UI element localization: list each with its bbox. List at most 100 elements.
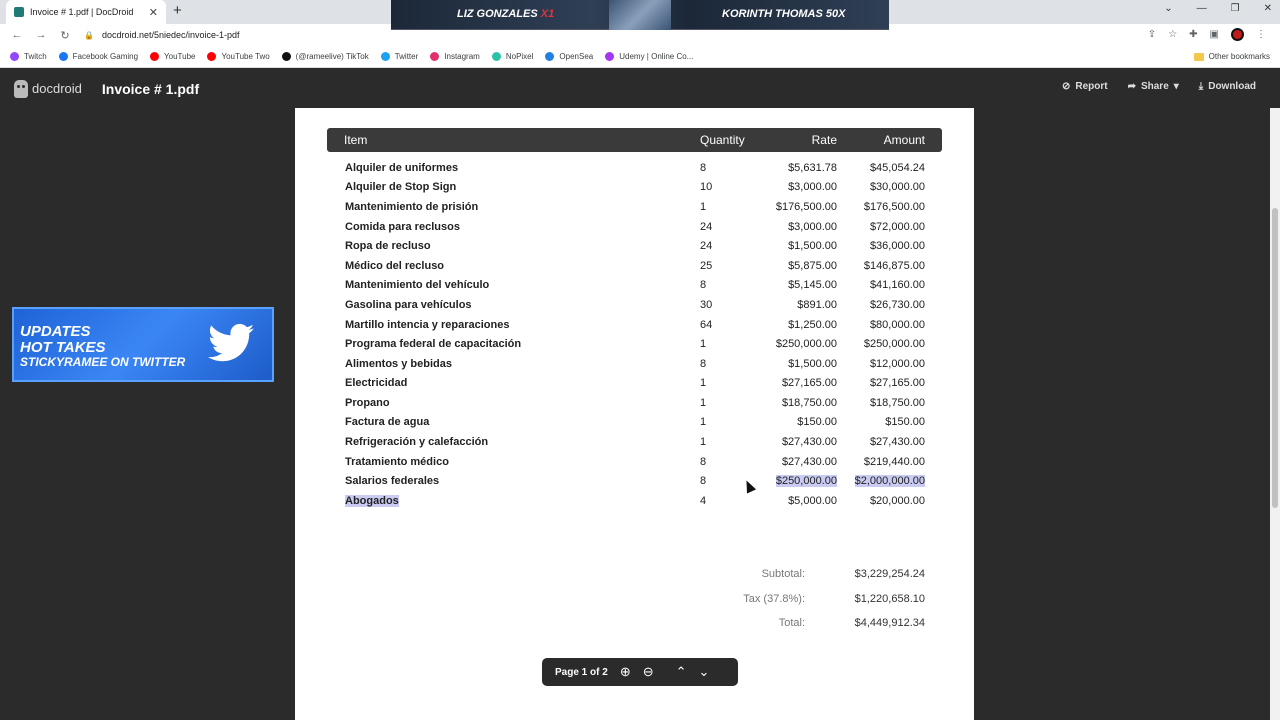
share-page-icon[interactable]: ⇪ [1148, 29, 1156, 40]
twitch-icon [10, 52, 19, 61]
cell-amount: $146,875.00 [863, 260, 925, 272]
bookmark-youtube-two[interactable]: YouTube Two [207, 52, 270, 61]
cell-amount: $27,430.00 [869, 436, 925, 448]
cell-rate: $1,500.00 [788, 240, 837, 252]
report-button[interactable]: ⊘ Report [1062, 81, 1108, 92]
table-row: Programa federal de capacitación 1 $250,00… [295, 336, 974, 355]
tab-search-icon[interactable]: ⌄ [1164, 3, 1172, 14]
other-bookmarks[interactable]: Other bookmarks [1193, 52, 1270, 61]
cell-amount: $219,440.00 [863, 456, 925, 468]
page-scrollbar[interactable] [1270, 108, 1280, 720]
url-text: docdroid.net/5niedec/invoice-1-pdf [101, 30, 240, 40]
bookmark-youtube[interactable]: YouTube [150, 52, 195, 61]
other-bookmarks-label: Other bookmarks [1208, 52, 1270, 61]
bookmark-nopixel[interactable]: NoPixel [491, 52, 534, 61]
tab-title: Invoice # 1.pdf | DocDroid [30, 7, 134, 17]
minimize-button[interactable]: — [1197, 3, 1207, 14]
back-arrow-icon[interactable]: ← [10, 29, 24, 41]
table-row: Gasolina para vehículos 30 $891.00 $26,730.… [295, 297, 974, 316]
table-row: Factura de agua 1 $150.00 $150.00 [295, 414, 974, 433]
reload-icon[interactable]: ↻ [58, 29, 72, 42]
cell-rate: $1,500.00 [788, 358, 837, 370]
cell-amount: $26,730.00 [869, 299, 925, 311]
share-button[interactable]: ➦ Share ▾ [1128, 81, 1179, 92]
cell-item: Médico del recluso [345, 260, 445, 272]
page-navigation: Page 1 of 2 ⊕ ⊖ ⌃ ⌄ [542, 658, 738, 686]
bookmark-twitch[interactable]: Twitch [10, 52, 47, 61]
download-label: Download [1208, 81, 1256, 92]
cell-item: Mantenimiento del vehículo [345, 279, 490, 291]
cell-item: Comida para reclusos [345, 221, 460, 233]
cell-qty: 1 [700, 436, 707, 448]
cell-rate: $150.00 [797, 416, 837, 428]
bookmark-label: NoPixel [505, 52, 534, 61]
new-tab-button[interactable]: + [173, 2, 182, 19]
url-field[interactable]: 🔒 docdroid.net/5niedec/invoice-1-pdf [84, 30, 240, 40]
table-row: Médico del recluso 25 $5,875.00 $146,875.00 [295, 258, 974, 277]
bookmark-twitter[interactable]: Twitter [380, 52, 418, 61]
promo-line-2: HOT TAKES [20, 339, 106, 356]
docdroid-logo[interactable]: docdroid [14, 79, 82, 98]
forward-arrow-icon[interactable]: → [34, 29, 48, 41]
table-row-selected: Salarios federales 8 $250,000.00 $2,000,000… [295, 473, 974, 492]
browser-tab[interactable]: Invoice # 1.pdf | DocDroid ✕ [6, 0, 166, 24]
table-row: Alquiler de uniformes 8 $5,631.78 $45,054.2… [295, 160, 974, 179]
cell-item: Refrigeración y calefacción [345, 436, 489, 448]
extensions-icon[interactable]: ✚ [1189, 29, 1197, 40]
profile-avatar[interactable] [1231, 28, 1244, 41]
download-button[interactable]: ⤓ Download [1199, 81, 1256, 92]
document-actions: ⊘ Report ➦ Share ▾ ⤓ Download [1062, 81, 1256, 92]
tab-close-icon[interactable]: ✕ [149, 6, 158, 19]
cell-amount: $20,000.00 [869, 495, 925, 507]
youtube-icon [207, 52, 217, 61]
cell-amount: $80,000.00 [869, 319, 925, 331]
twitter-bird-icon [208, 323, 254, 362]
bookmark-opensea[interactable]: OpenSea [545, 52, 593, 61]
scrollbar-thumb[interactable] [1272, 208, 1278, 508]
facebook-icon [58, 52, 68, 61]
cell-amount: $18,750.00 [869, 397, 925, 409]
side-panel-icon[interactable]: ▣ [1210, 29, 1219, 40]
restore-button[interactable]: ❐ [1231, 3, 1240, 14]
zoom-in-icon[interactable]: ⊕ [620, 664, 631, 680]
bookmark-star-icon[interactable]: ☆ [1168, 29, 1177, 40]
cell-qty: 64 [700, 319, 713, 331]
bookmark-tiktok[interactable]: (@rameelive) TikTok [281, 52, 369, 61]
cell-rate: $27,430.00 [781, 456, 837, 468]
menu-kebab-icon[interactable]: ⋮ [1256, 29, 1266, 40]
bookmark-facebook-gaming[interactable]: Facebook Gaming [58, 52, 138, 61]
tiktok-icon [281, 52, 291, 61]
cell-amount: $36,000.00 [869, 240, 925, 252]
next-page-icon[interactable]: ⌄ [699, 664, 710, 680]
twitter-icon [380, 52, 390, 61]
table-row: Martillo intencia y reparaciones 64 $1,250… [295, 317, 974, 336]
cell-amount: $176,500.00 [863, 201, 925, 213]
cell-qty: 24 [700, 240, 713, 252]
address-bar-actions: ⇪ ☆ ✚ ▣ ⋮ [1148, 28, 1266, 41]
cell-amount: $45,054.24 [869, 162, 925, 174]
cell-rate: $891.00 [797, 299, 837, 311]
bookmark-label: OpenSea [559, 52, 594, 61]
tax-value: $1,220,658.10 [854, 593, 925, 605]
cell-qty: 8 [700, 358, 707, 370]
cell-item: Martillo intencia y reparaciones [345, 319, 510, 331]
report-label: Report [1075, 81, 1108, 92]
bookmark-instagram[interactable]: Instagram [430, 52, 480, 61]
promo-line-1: UPDATES [20, 323, 91, 340]
bookmark-udemy[interactable]: Udemy | Online Co... [605, 52, 693, 61]
chevron-down-icon: ▾ [1173, 81, 1179, 92]
bookmark-label: YouTube [164, 52, 196, 61]
zoom-out-icon[interactable]: ⊖ [643, 664, 654, 680]
bookmark-label: Twitch [24, 52, 47, 61]
table-row: Mantenimiento de prisión 1 $176,500.00 $176… [295, 199, 974, 218]
previous-page-icon[interactable]: ⌃ [676, 664, 687, 680]
cell-qty: 1 [700, 377, 707, 389]
invoice-table-header: Item Quantity Rate Amount [327, 128, 942, 152]
table-row: Refrigeración y calefacción 1 $27,430.00 $2… [295, 434, 974, 453]
close-window-button[interactable]: ✕ [1264, 3, 1272, 14]
table-row: Alquiler de Stop Sign 10 $3,000.00 $30,000.… [295, 179, 974, 198]
cell-item: Alquiler de Stop Sign [345, 181, 457, 193]
cell-item: Propano [345, 397, 390, 409]
share-label: Share [1140, 81, 1169, 92]
robot-logo-icon [14, 79, 28, 98]
